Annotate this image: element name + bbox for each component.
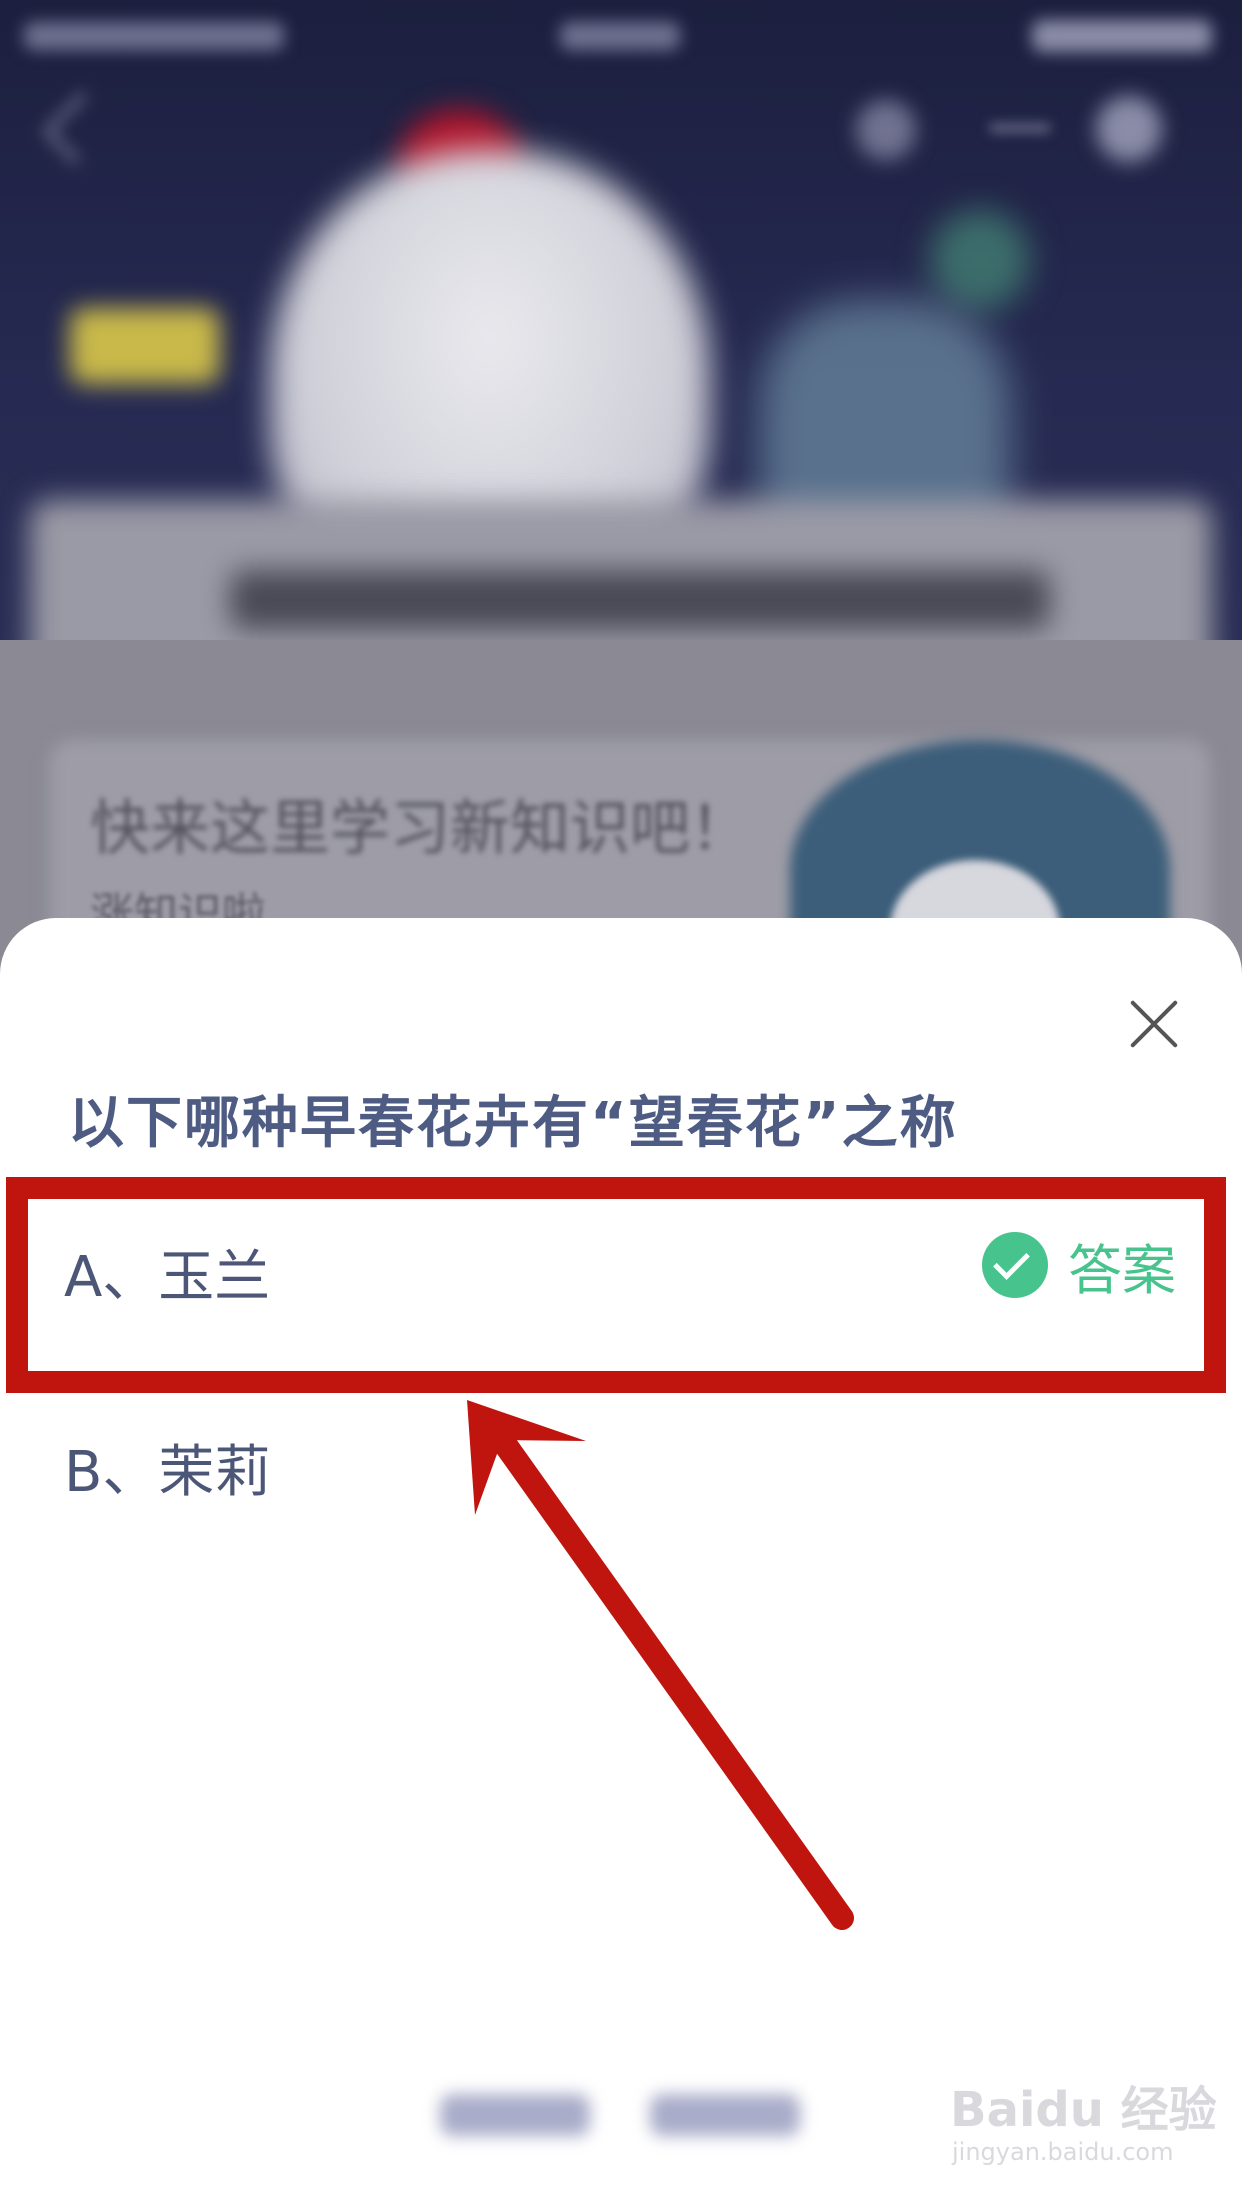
action-button-right[interactable] <box>650 2094 800 2136</box>
quiz-sheet: 以下哪种早春花卉有“望春花”之称 A、玉兰 答案 B、茉莉 <box>0 918 1242 2208</box>
baidu-watermark: Baidu 经验 jingyan.baidu.com <box>950 2070 1217 2190</box>
option-b-label: B、茉莉 <box>64 1440 271 1505</box>
divider <box>990 124 1050 132</box>
share-icon <box>856 100 916 160</box>
watermark-logo: Baidu 经验 <box>950 2082 1217 2138</box>
decor-circle <box>930 210 1030 310</box>
annotation-highlight-box <box>6 1177 1226 1393</box>
status-bar <box>0 14 1242 64</box>
close-circle-icon <box>1096 96 1162 162</box>
badge <box>70 308 220 384</box>
option-b[interactable]: B、茉莉 <box>0 1385 1242 1535</box>
learning-card-title: 快来这里学习新知识吧！ <box>90 794 750 864</box>
close-icon[interactable] <box>1124 994 1184 1054</box>
quiz-question: 以下哪种早春花卉有“望春花”之称 <box>68 1091 958 1156</box>
action-button-left[interactable] <box>440 2094 590 2136</box>
watermark-url: jingyan.baidu.com <box>952 2138 1174 2166</box>
